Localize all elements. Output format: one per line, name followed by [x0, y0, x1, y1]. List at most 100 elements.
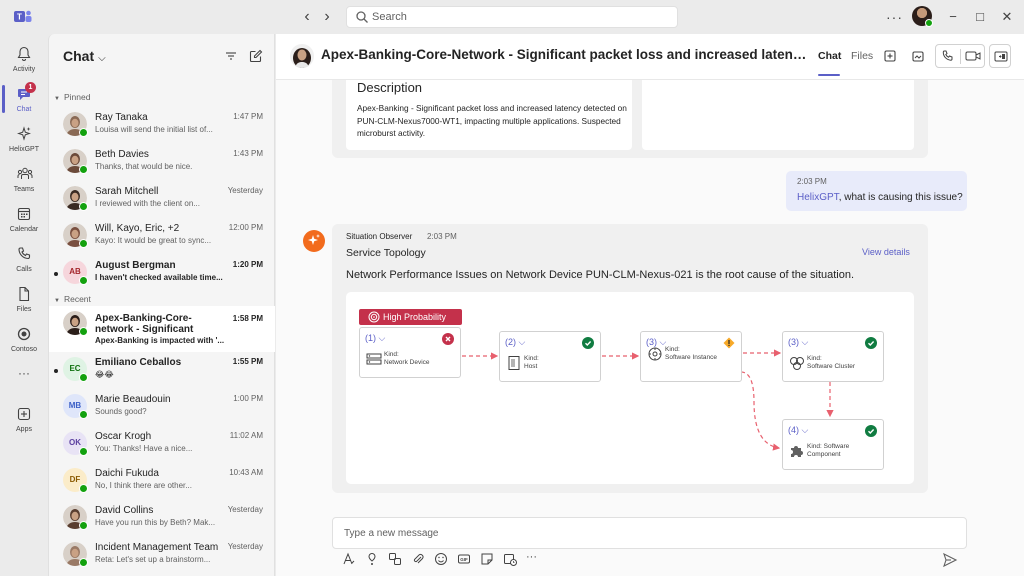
- rail-label-apps: Apps: [16, 426, 32, 433]
- audio-call-icon[interactable]: [940, 48, 956, 64]
- tab-files[interactable]: Files: [851, 50, 873, 62]
- conversation-avatar: [290, 44, 314, 68]
- chat-list-item[interactable]: Sarah Mitchell I reviewed with the clien…: [49, 181, 275, 218]
- node-index[interactable]: (1) ⌵: [365, 333, 385, 344]
- chat-list-item[interactable]: OK Oscar Krogh You: Thanks! Have a nice.…: [49, 426, 275, 463]
- sticker-icon[interactable]: [480, 552, 494, 566]
- topology-node-host[interactable]: (2) ⌵ Kind: Host: [499, 331, 601, 382]
- add-tab-icon[interactable]: [880, 46, 900, 66]
- presence-available-icon: [79, 484, 88, 493]
- avatar: DF: [63, 468, 88, 493]
- attach-icon[interactable]: [411, 552, 425, 566]
- emoji-icon[interactable]: [434, 552, 448, 566]
- loop-icon[interactable]: [388, 552, 402, 566]
- rail-item-calendar[interactable]: Calendar: [0, 202, 48, 240]
- apps-icon[interactable]: [908, 46, 928, 66]
- chat-list-item[interactable]: David Collins Have you run this by Beth?…: [49, 500, 275, 537]
- contoso-icon: [17, 327, 31, 341]
- rail-item-apps[interactable]: Apps: [0, 402, 48, 440]
- pinned-section-label[interactable]: ▼ Pinned: [54, 92, 90, 102]
- tab-chat[interactable]: Chat: [818, 50, 841, 62]
- chat-time: Yesterday: [227, 542, 263, 551]
- rail-item-teams[interactable]: Teams: [0, 162, 48, 200]
- topology-node-software-component[interactable]: (4) ⌵ Kind: Software Component: [782, 419, 884, 470]
- chat-list-item[interactable]: Will, Kayo, Eric, +2 Kayo: It would be g…: [49, 218, 275, 255]
- avatar: [63, 223, 88, 248]
- new-chat-icon[interactable]: [248, 48, 264, 64]
- chat-list-item[interactable]: EC Emiliano Ceballos 😂😂 1:55 PM: [49, 352, 275, 389]
- rail-item-activity[interactable]: Activity: [0, 42, 48, 80]
- filter-icon[interactable]: [223, 48, 239, 64]
- error-status-icon: [442, 333, 454, 345]
- chat-time: 1:20 PM: [232, 260, 263, 269]
- close-button[interactable]: ✕: [998, 8, 1016, 26]
- search-input[interactable]: Search: [346, 6, 678, 28]
- maximize-button[interactable]: □: [971, 8, 989, 26]
- software-cluster-icon: [790, 357, 804, 370]
- node-index[interactable]: (2) ⌵: [505, 337, 525, 348]
- compose-message-box[interactable]: Type a new message: [332, 517, 967, 549]
- rail-item-contoso[interactable]: Contoso: [0, 322, 48, 360]
- topology-node-software-cluster[interactable]: (3) ⌵ Kind: Software Cluster: [782, 331, 884, 382]
- service-topology-diagram: High Probability (1) ⌵ Kind: Network Devi…: [346, 292, 914, 484]
- chevron-down-icon: ⌵: [518, 337, 526, 347]
- description-card: Description Apex-Banking - Significant p…: [346, 80, 632, 150]
- minimize-button[interactable]: −: [944, 8, 962, 26]
- avatar: [63, 311, 88, 336]
- chat-list-item[interactable]: DF Daichi Fukuda No, I think there are o…: [49, 463, 275, 500]
- chat-list-pane: Chat ⌵ ▼ Pinned Ray Tanaka Louisa will sen…: [48, 34, 275, 576]
- chat-preview: Apex-Banking is impacted with '...: [95, 336, 225, 345]
- chat-list-item[interactable]: MB Marie Beaudouin Sounds good? 1:00 PM: [49, 389, 275, 426]
- chat-list-item[interactable]: Beth Davies Thanks, that would be nice. …: [49, 144, 275, 181]
- chat-preview: Reta: Let's set up a brainstorm...: [95, 555, 211, 564]
- mention-helixgpt[interactable]: HelixGPT: [797, 192, 839, 203]
- chat-name: Daichi Fukuda: [95, 468, 159, 479]
- file-icon: [19, 286, 30, 302]
- send-icon[interactable]: [942, 552, 958, 568]
- back-button[interactable]: ‹: [298, 8, 316, 26]
- node-index[interactable]: (3) ⌵: [788, 337, 808, 348]
- conversation-header: Apex-Banking-Core-Network - Significant …: [276, 34, 1024, 80]
- video-call-icon[interactable]: [964, 48, 982, 64]
- chevron-down-icon: ⌵: [801, 425, 809, 435]
- avatar: [63, 149, 88, 174]
- probability-label: High Probability: [383, 312, 447, 322]
- chat-list-item[interactable]: Apex-Banking-Core-network - Significant …: [49, 306, 275, 352]
- node-index[interactable]: (4) ⌵: [788, 425, 808, 436]
- view-details-link[interactable]: View details: [862, 247, 910, 257]
- recent-section-label[interactable]: ▼ Recent: [54, 294, 91, 304]
- rail-item-more[interactable]: ···: [0, 362, 48, 400]
- chat-list-header[interactable]: Chat ⌵: [63, 48, 106, 64]
- phone-icon: [18, 247, 31, 260]
- more-options-button[interactable]: ···: [886, 9, 903, 25]
- chat-list-item[interactable]: Ray Tanaka Louisa will send the initial …: [49, 107, 275, 144]
- rail-item-chat[interactable]: 1 Chat: [0, 82, 48, 120]
- rail-item-calls[interactable]: Calls: [0, 242, 48, 280]
- forward-button[interactable]: ›: [318, 8, 336, 26]
- avatar: MB: [63, 394, 88, 419]
- rail-item-helixgpt[interactable]: HelixGPT: [0, 122, 48, 160]
- user-avatar[interactable]: [912, 6, 933, 27]
- rail-item-files[interactable]: Files: [0, 282, 48, 320]
- format-icon[interactable]: [342, 552, 356, 566]
- teams-logo-icon: T: [14, 10, 32, 22]
- avatar: [63, 112, 88, 137]
- presence-available-icon: [79, 128, 88, 137]
- share-screen-button[interactable]: [989, 44, 1011, 68]
- gif-icon[interactable]: GIF: [457, 552, 471, 566]
- previous-card-message: Description Apex-Banking - Significant p…: [332, 80, 928, 158]
- more-actions-icon[interactable]: ···: [526, 552, 540, 566]
- priority-icon[interactable]: [365, 552, 379, 566]
- ok-status-icon: [865, 337, 877, 349]
- presence-available-icon: [925, 19, 933, 27]
- schedule-meeting-icon[interactable]: [503, 552, 517, 566]
- topology-node-network-device[interactable]: (1) ⌵ Kind: Network Device: [359, 327, 461, 378]
- description-heading: Description: [357, 80, 423, 95]
- edge-3-component: [740, 371, 781, 451]
- sent-message[interactable]: 2:03 PM HelixGPT, what is causing this i…: [786, 171, 967, 211]
- call-button-group: [935, 44, 985, 68]
- chat-list-item[interactable]: AB August Bergman I haven't checked avai…: [49, 255, 275, 292]
- ok-status-icon: [582, 337, 594, 349]
- topology-node-software-instance[interactable]: (3) ⌵ Kind: Software Instance: [640, 331, 742, 382]
- chat-list-item[interactable]: Incident Management Team Reta: Let's set…: [49, 537, 275, 574]
